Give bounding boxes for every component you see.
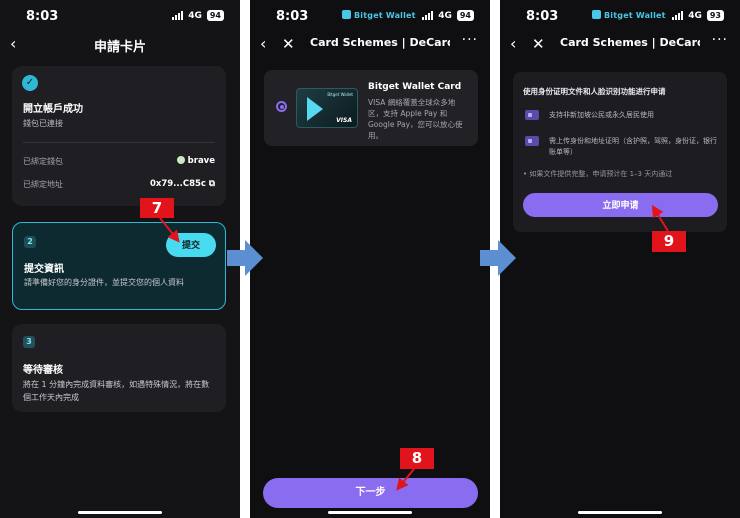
signal-icon: [172, 11, 184, 20]
brand-label: Bitget Wallet: [592, 10, 666, 20]
signal-icon: [672, 11, 684, 20]
card-title: Bitget Wallet Card: [368, 82, 462, 92]
status-time: 8:03: [526, 9, 559, 24]
flow-arrow-icon: [227, 240, 263, 276]
document-icon: [525, 136, 539, 146]
step-2-title: 提交資訊: [24, 264, 64, 275]
page-title: Card Schemes | DeCard: [310, 36, 450, 49]
home-indicator: [78, 511, 162, 514]
card-mini-text: Bitget Wallet: [327, 92, 353, 97]
step-3-title: 等待審核: [23, 365, 63, 376]
battery-icon: 94: [456, 10, 474, 21]
back-icon[interactable]: ‹: [260, 34, 266, 53]
flow-arrow-icon: [480, 240, 516, 276]
step-1-card: ✓ 開立帳戶成功 錢包已連接 已綁定錢包 brave 已綁定地址 0x79...…: [12, 66, 226, 206]
submit-button[interactable]: 提交: [166, 233, 216, 257]
step-2-number: 2: [24, 236, 36, 248]
signal-icon: [422, 11, 434, 20]
status-time: 8:03: [26, 9, 59, 24]
step-marker-8: 8: [400, 448, 434, 469]
verification-heading: 使用身份证明文件和人脸识别功能进行申请: [523, 87, 666, 96]
approval-note: • 如果文件提供完整，申请预计在 1–3 天内通过: [523, 170, 673, 178]
card-image: Bitget Wallet VISA: [296, 88, 358, 128]
bitget-logo-icon: [342, 10, 351, 19]
step-marker-7: 7: [140, 198, 174, 218]
visa-mark: VISA: [336, 117, 352, 124]
page-title: 申請卡片: [93, 40, 146, 55]
requirement-text: 需上传身份和地址证明（含护照，驾照，身份证，银行账单等）: [549, 137, 717, 156]
bound-address-value[interactable]: 0x79...C85c ⧉: [150, 179, 215, 189]
status-bar: 8:03 Bitget Wallet 4G 93: [500, 0, 740, 32]
home-indicator: [328, 511, 412, 514]
more-icon[interactable]: ···: [462, 32, 478, 48]
step-2-text: 請準備好您的身分證件，並提交您的個人資料: [24, 278, 184, 287]
apply-now-button[interactable]: 立即申请: [523, 193, 718, 217]
card-description: VISA 網絡覆蓋全球众多地区，支持 Apple Pay 和 Google Pa…: [368, 98, 463, 140]
bound-wallet-label: 已綁定錢包: [23, 157, 63, 166]
battery-icon: 93: [706, 10, 724, 21]
divider: [23, 142, 215, 143]
step-3-card: 3 等待審核 將在 1 分鐘內完成資料審核，如遇特殊情況，將在數個工作天內完成: [12, 324, 226, 412]
brand-label: Bitget Wallet: [342, 10, 416, 20]
check-icon: ✓: [22, 75, 38, 91]
network-label: 4G: [688, 10, 702, 21]
network-label: 4G: [438, 10, 452, 21]
wallet-avatar-icon: [176, 156, 185, 164]
step-3-text: 將在 1 分鐘內完成資料審核，如遇特殊情況，將在數個工作天內完成: [23, 380, 210, 402]
bound-address-row: 已綁定地址 0x79...C85c ⧉: [23, 179, 215, 190]
step-1-subtitle: 錢包已連接: [23, 119, 63, 128]
card-scheme-option[interactable]: Bitget Wallet VISA Bitget Wallet Card VI…: [264, 70, 478, 146]
next-step-button[interactable]: 下一步: [263, 478, 478, 508]
nav-bar: ‹ ✕ Card Schemes | DeCard ···: [500, 32, 740, 58]
screen-apply-card: 8:03 4G 94 ‹ 申請卡片 ✓ 開立帳戶成功 錢包已連接 已綁定錢包 b…: [0, 0, 240, 518]
bound-wallet-value: brave: [187, 156, 215, 166]
radio-selected-icon[interactable]: [276, 101, 287, 112]
back-icon[interactable]: ‹: [510, 34, 516, 53]
more-icon[interactable]: ···: [712, 32, 728, 48]
screen-apply-verification: 8:03 Bitget Wallet 4G 93 ‹ ✕ Card Scheme…: [500, 0, 740, 518]
bound-wallet-row: 已綁定錢包 brave: [23, 156, 215, 167]
battery-icon: 94: [206, 10, 224, 21]
home-indicator: [578, 511, 662, 514]
id-card-icon: [525, 110, 539, 120]
nav-bar: ‹ 申請卡片: [0, 32, 240, 58]
requirement-text: 支持非新加坡公民或永久居民使用: [549, 111, 654, 119]
bound-address-label: 已綁定地址: [23, 180, 63, 189]
step-3-number: 3: [23, 336, 35, 348]
screen-card-schemes: 8:03 Bitget Wallet 4G 94 ‹ ✕ Card Scheme…: [250, 0, 490, 518]
status-bar: 8:03 4G 94: [0, 0, 240, 32]
status-bar: 8:03 Bitget Wallet 4G 94: [250, 0, 490, 32]
step-marker-9: 9: [652, 231, 686, 252]
card-logo-icon: [307, 97, 323, 121]
verification-card: 使用身份证明文件和人脸识别功能进行申请 支持非新加坡公民或永久居民使用 需上传身…: [513, 72, 727, 232]
close-icon[interactable]: ✕: [532, 35, 545, 53]
nav-bar: ‹ ✕ Card Schemes | DeCard ···: [250, 32, 490, 58]
step-1-title: 開立帳戶成功: [23, 104, 83, 115]
bitget-logo-icon: [592, 10, 601, 19]
status-time: 8:03: [276, 9, 309, 24]
network-label: 4G: [188, 10, 202, 21]
page-title: Card Schemes | DeCard: [560, 36, 700, 49]
close-icon[interactable]: ✕: [282, 35, 295, 53]
